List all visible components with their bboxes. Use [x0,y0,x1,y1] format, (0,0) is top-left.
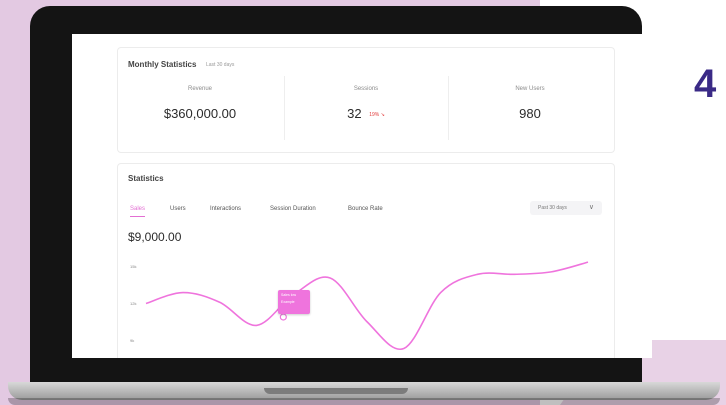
metric-sessions: Sessions 32 19% ↘ [284,72,448,146]
monthly-statistics-card: Monthly Statistics Last 30 days Revenue … [117,47,615,153]
laptop-lid: Monthly Statistics Last 30 days Revenue … [30,6,652,388]
tooltip-line-2: Example [281,300,295,304]
chart-series-line [145,261,589,351]
statistics-card: Statistics Sales Users Interactions Sess… [117,163,615,358]
metric-revenue: Revenue $360,000.00 [118,72,282,146]
metric-label: Sessions [353,86,379,92]
chart-tooltip: Sales low Example [278,290,310,314]
metric-change-badge: 19% ↘ [369,111,385,118]
metric-label: New Users [515,86,545,92]
laptop-notch [264,388,408,394]
metric-value: 32 [347,106,362,121]
tooltip-line-1: Sales low [281,293,296,297]
metric-value: $360,000.00 [163,106,237,121]
chart-highlight-point[interactable] [279,313,287,321]
metric-label: Revenue [187,86,213,92]
metric-value: 980 [519,106,541,121]
step-number: 4 [694,62,717,106]
metric-new-users: New Users 980 [448,72,612,146]
laptop-shadow [8,398,720,405]
laptop-screen: Monthly Statistics Last 30 days Revenue … [72,34,652,358]
monthly-statistics-title: Monthly Statistics [128,60,197,69]
monthly-statistics-subtitle: Last 30 days [206,62,235,68]
sales-line-chart [145,261,589,351]
metric-value-row: 32 19% ↘ [284,106,448,121]
